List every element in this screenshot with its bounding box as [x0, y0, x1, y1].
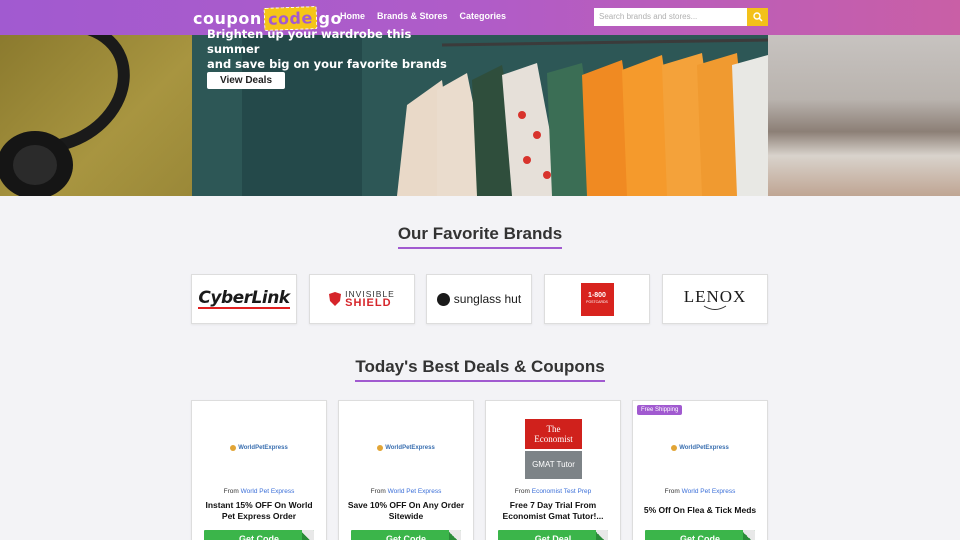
get-deal-button[interactable]: Get Deal	[498, 530, 608, 540]
deals-title-text: Today's Best Deals & Coupons	[355, 357, 605, 382]
view-deals-button[interactable]: View Deals	[207, 72, 285, 89]
brand-tile-invisible-shield[interactable]: INVISIBLE SHIELD	[309, 274, 415, 324]
postcards-logo: 1-800 POSTCARDS	[580, 282, 614, 316]
hero-side-image-beach	[768, 35, 960, 196]
nav-categories[interactable]: Categories	[460, 11, 507, 21]
from-label: From	[514, 488, 530, 495]
get-code-button[interactable]: Get Code	[351, 530, 461, 540]
sunglass-hut-text: sunglass hut	[453, 292, 522, 306]
lenox-logo: LENOX	[684, 288, 747, 311]
deal-title[interactable]: Free 7 Day Trial From Economist Gmat Tut…	[494, 500, 612, 522]
search-bar: Search brands and stores...	[594, 8, 768, 26]
store-logo-text: WorldPetExpress	[385, 445, 435, 451]
store-logo-text: WorldPetExpress	[679, 445, 729, 451]
economist-name: Economist	[534, 434, 573, 444]
economist-the: The	[546, 424, 561, 434]
deal-card-4[interactable]: Free Shipping WorldPetExpress From World…	[632, 400, 768, 540]
deal-from: From World Pet Express	[339, 488, 473, 495]
sunglass-hut-dot-icon	[436, 292, 450, 306]
world-pet-express-logo: WorldPetExpress	[633, 445, 767, 451]
postcards-text: POSTCARDS	[586, 300, 608, 304]
from-label: From	[664, 488, 680, 495]
search-input[interactable]: Search brands and stores...	[594, 8, 747, 26]
shield-text: SHIELD	[345, 297, 392, 309]
main-nav: Home Brands & Stores Categories	[340, 11, 518, 21]
from-label: From	[223, 488, 239, 495]
brands-title-text: Our Favorite Brands	[397, 224, 563, 249]
store-link[interactable]: World Pet Express	[241, 488, 295, 495]
invisible-shield-logo: INVISIBLE SHIELD	[329, 290, 395, 309]
get-code-button[interactable]: Get Code	[204, 530, 314, 540]
headphones-image	[0, 35, 130, 196]
store-link[interactable]: World Pet Express	[682, 488, 736, 495]
site-logo[interactable]: coupon code go	[193, 5, 342, 31]
nav-brands-stores[interactable]: Brands & Stores	[377, 11, 448, 21]
hero-headline: Brighten up your wardrobe this summer an…	[207, 27, 447, 72]
get-code-button[interactable]: Get Code	[645, 530, 755, 540]
brands-section-title: Our Favorite Brands	[0, 224, 960, 249]
deal-from: From Economist Test Prep	[486, 488, 620, 495]
search-icon	[752, 12, 763, 22]
economist-logo: The Economist GMAT Tutor	[525, 419, 582, 479]
shield-icon	[329, 292, 342, 306]
cyberlink-logo: CyberLink	[198, 287, 290, 309]
search-button[interactable]	[747, 8, 768, 26]
hero-line-2: and save big on your favorite brands	[207, 57, 447, 71]
world-pet-express-logo: WorldPetExpress	[192, 445, 326, 451]
wreath-icon	[703, 305, 727, 310]
logo-text-coupon: coupon	[193, 8, 262, 28]
deal-title[interactable]: Instant 15% OFF On World Pet Express Ord…	[200, 500, 318, 522]
logo-text-go: go	[318, 8, 342, 28]
deal-from: From World Pet Express	[192, 488, 326, 495]
hero-line-1: Brighten up your wardrobe this summer	[207, 27, 412, 56]
deal-from: From World Pet Express	[633, 488, 767, 495]
brand-tile-sunglass-hut[interactable]: sunglass hut	[426, 274, 532, 324]
deal-card-1[interactable]: WorldPetExpress From World Pet Express I…	[191, 400, 327, 540]
deal-card-3[interactable]: The Economist GMAT Tutor From Economist …	[485, 400, 621, 540]
sunglass-hut-logo: sunglass hut	[436, 292, 522, 306]
store-link[interactable]: Economist Test Prep	[532, 488, 592, 495]
from-label: From	[370, 488, 386, 495]
brand-tile-lenox[interactable]: LENOX	[662, 274, 768, 324]
store-link[interactable]: World Pet Express	[388, 488, 442, 495]
paw-icon	[671, 445, 678, 451]
deal-title[interactable]: Save 10% OFF On Any Order Sitewide	[347, 500, 465, 522]
lenox-text: LENOX	[683, 286, 747, 306]
deals-section-title: Today's Best Deals & Coupons	[0, 357, 960, 382]
deal-title[interactable]: 5% Off On Flea & Tick Meds	[641, 505, 759, 516]
top-navbar: coupon code go Home Brands & Stores Cate…	[0, 0, 960, 35]
nav-home[interactable]: Home	[340, 11, 365, 21]
hero-side-image-headphones	[0, 35, 192, 196]
paw-icon	[230, 445, 237, 451]
free-shipping-badge: Free Shipping	[637, 405, 683, 415]
hero-banner	[0, 35, 960, 196]
deal-card-2[interactable]: WorldPetExpress From World Pet Express S…	[338, 400, 474, 540]
store-logo-text: WorldPetExpress	[238, 445, 288, 451]
world-pet-express-logo: WorldPetExpress	[339, 445, 473, 451]
postcards-1800-text: 1-800	[588, 292, 606, 299]
gmat-tutor-text: GMAT Tutor	[525, 451, 582, 479]
brand-tile-1800-postcards[interactable]: 1-800 POSTCARDS	[544, 274, 650, 324]
brand-tile-cyberlink[interactable]: CyberLink	[191, 274, 297, 324]
paw-icon	[377, 445, 384, 451]
